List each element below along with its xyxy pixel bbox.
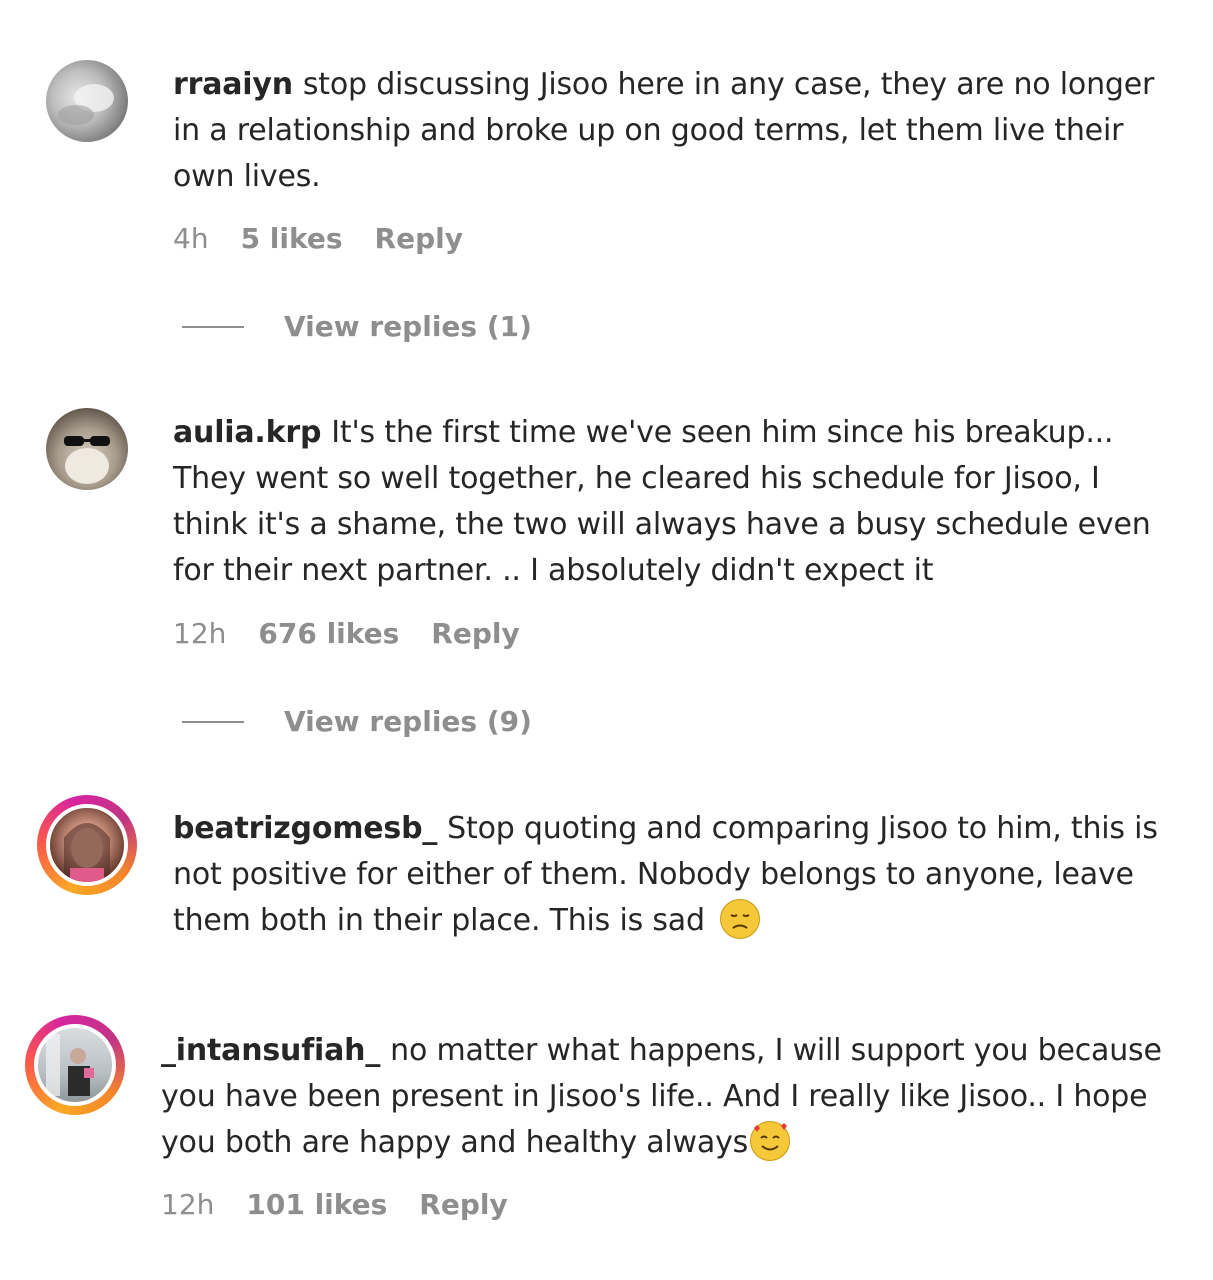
comment-text-block: _intansufiah_ no matter what happens, I w…: [161, 1028, 1171, 1166]
avatar-image: [34, 1024, 116, 1106]
avatar-image: [64, 436, 110, 484]
comment-username[interactable]: aulia.krp: [173, 415, 321, 450]
comment-meta: 4h 5 likes Reply: [173, 222, 463, 255]
comment-time: 12h: [173, 617, 227, 650]
comment-text-block: beatrizgomesb_ Stop quoting and comparing…: [173, 806, 1183, 944]
view-replies-label: View replies (9): [284, 705, 532, 738]
avatar[interactable]: [25, 1015, 125, 1115]
avatar-image: [58, 84, 114, 125]
comment-username[interactable]: beatrizgomesb_: [173, 811, 437, 846]
sad-face-emoji: [720, 899, 761, 939]
comment-likes[interactable]: 101 likes: [246, 1188, 387, 1221]
comment-text-block: rraaiyn stop discussing Jisoo here in any…: [173, 62, 1183, 200]
comment-meta: 12h 101 likes Reply: [161, 1188, 508, 1221]
comment-text-block: aulia.krp It's the first time we've seen …: [173, 410, 1183, 594]
reply-button[interactable]: Reply: [431, 617, 519, 650]
smiling-face-with-hearts-emoji: [750, 1121, 791, 1161]
comment-likes[interactable]: 676 likes: [258, 617, 399, 650]
comment-likes[interactable]: 5 likes: [241, 222, 343, 255]
avatar[interactable]: [46, 408, 128, 490]
comment-time: 12h: [161, 1188, 215, 1221]
comment-meta: 12h 676 likes Reply: [173, 617, 520, 650]
comment-time: 4h: [173, 222, 209, 255]
avatar[interactable]: [46, 60, 128, 142]
replies-divider: [182, 325, 244, 328]
comment-body: stop discussing Jisoo here in any case, …: [173, 67, 1155, 194]
comment-username[interactable]: rraaiyn: [173, 67, 293, 102]
view-replies-button[interactable]: View replies (9): [182, 705, 532, 738]
replies-divider: [182, 720, 244, 723]
view-replies-button[interactable]: View replies (1): [182, 310, 532, 343]
comment-username[interactable]: _intansufiah_: [161, 1033, 380, 1068]
view-replies-label: View replies (1): [284, 310, 532, 343]
avatar-image: [46, 804, 128, 886]
reply-button[interactable]: Reply: [419, 1188, 507, 1221]
reply-button[interactable]: Reply: [375, 222, 463, 255]
avatar[interactable]: [37, 795, 137, 895]
